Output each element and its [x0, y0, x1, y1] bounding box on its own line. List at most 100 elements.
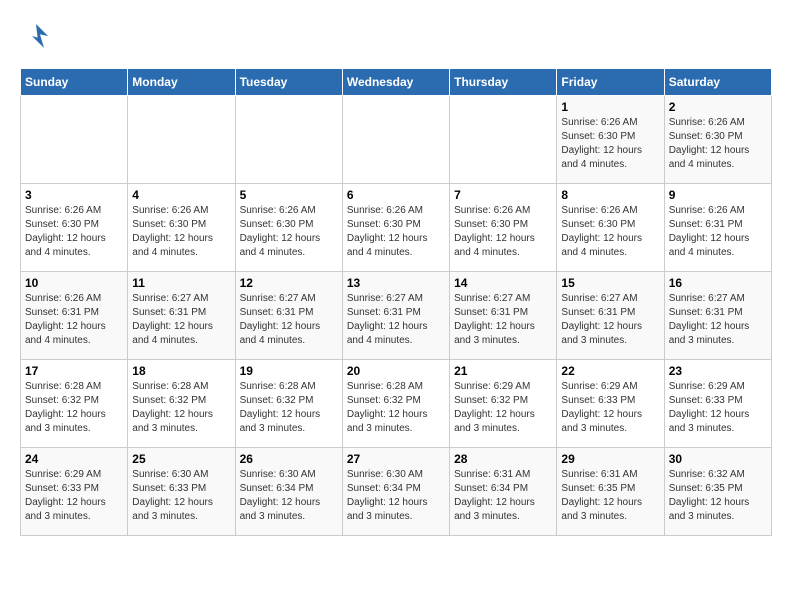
day-number: 28 — [454, 452, 552, 466]
day-number: 22 — [561, 364, 659, 378]
header-day: Friday — [557, 69, 664, 96]
day-info: Sunrise: 6:27 AMSunset: 6:31 PMDaylight:… — [669, 292, 767, 348]
day-info: Sunrise: 6:27 AMSunset: 6:31 PMDaylight:… — [454, 292, 552, 348]
calendar-cell: 18 Sunrise: 6:28 AMSunset: 6:32 PMDayligh… — [128, 360, 235, 448]
calendar-week-row: 17 Sunrise: 6:28 AMSunset: 6:32 PMDayligh… — [21, 360, 772, 448]
calendar-cell: 24 Sunrise: 6:29 AMSunset: 6:33 PMDayligh… — [21, 448, 128, 536]
calendar-cell: 25Sunrise: 6:30 AMSunset: 6:33 PMDayligh… — [128, 448, 235, 536]
day-info: Sunrise: 6:30 AMSunset: 6:34 PMDaylight:… — [347, 468, 445, 524]
day-info: Sunrise: 6:32 AMSunset: 6:35 PMDaylight:… — [669, 468, 767, 524]
day-info: Sunrise: 6:26 AMSunset: 6:30 PMDaylight:… — [669, 116, 767, 172]
calendar-cell: 15 Sunrise: 6:27 AMSunset: 6:31 PMDayligh… — [557, 272, 664, 360]
header-day: Sunday — [21, 69, 128, 96]
day-number: 16 — [669, 276, 767, 290]
calendar-cell: 17 Sunrise: 6:28 AMSunset: 6:32 PMDayligh… — [21, 360, 128, 448]
day-number: 19 — [240, 364, 338, 378]
day-info: Sunrise: 6:29 AMSunset: 6:33 PMDaylight:… — [561, 380, 659, 436]
calendar-cell: 16 Sunrise: 6:27 AMSunset: 6:31 PMDayligh… — [664, 272, 771, 360]
calendar-cell — [21, 96, 128, 184]
calendar-week-row: 3 Sunrise: 6:26 AMSunset: 6:30 PMDaylight… — [21, 184, 772, 272]
day-number: 12 — [240, 276, 338, 290]
day-info: Sunrise: 6:30 AMSunset: 6:34 PMDaylight:… — [240, 468, 338, 524]
day-number: 3 — [25, 188, 123, 202]
calendar-cell: 4 Sunrise: 6:26 AMSunset: 6:30 PMDaylight… — [128, 184, 235, 272]
logo — [20, 20, 58, 52]
calendar-cell: 30 Sunrise: 6:32 AMSunset: 6:35 PMDayligh… — [664, 448, 771, 536]
calendar-cell — [450, 96, 557, 184]
day-number: 9 — [669, 188, 767, 202]
day-info: Sunrise: 6:31 AMSunset: 6:35 PMDaylight:… — [561, 468, 659, 524]
header-day: Thursday — [450, 69, 557, 96]
calendar-cell: 21 Sunrise: 6:29 AMSunset: 6:32 PMDayligh… — [450, 360, 557, 448]
calendar-cell — [235, 96, 342, 184]
day-number: 30 — [669, 452, 767, 466]
calendar-week-row: 10Sunrise: 6:26 AMSunset: 6:31 PMDayligh… — [21, 272, 772, 360]
header-row: SundayMondayTuesdayWednesdayThursdayFrid… — [21, 69, 772, 96]
day-info: Sunrise: 6:26 AMSunset: 6:30 PMDaylight:… — [347, 204, 445, 260]
calendar-cell: 27 Sunrise: 6:30 AMSunset: 6:34 PMDayligh… — [342, 448, 449, 536]
day-number: 13 — [347, 276, 445, 290]
day-number: 6 — [347, 188, 445, 202]
calendar-cell: 12 Sunrise: 6:27 AMSunset: 6:31 PMDayligh… — [235, 272, 342, 360]
calendar-cell — [128, 96, 235, 184]
day-info: Sunrise: 6:26 AMSunset: 6:30 PMDaylight:… — [454, 204, 552, 260]
day-info: Sunrise: 6:26 AMSunset: 6:31 PMDaylight:… — [669, 204, 767, 260]
day-number: 15 — [561, 276, 659, 290]
day-number: 11 — [132, 276, 230, 290]
day-info: Sunrise: 6:28 AMSunset: 6:32 PMDaylight:… — [132, 380, 230, 436]
header-day: Monday — [128, 69, 235, 96]
day-info: Sunrise: 6:26 AMSunset: 6:30 PMDaylight:… — [240, 204, 338, 260]
day-number: 4 — [132, 188, 230, 202]
calendar-cell: 19Sunrise: 6:28 AMSunset: 6:32 PMDayligh… — [235, 360, 342, 448]
calendar-cell: 10Sunrise: 6:26 AMSunset: 6:31 PMDayligh… — [21, 272, 128, 360]
calendar-cell: 9 Sunrise: 6:26 AMSunset: 6:31 PMDaylight… — [664, 184, 771, 272]
calendar-week-row: 1Sunrise: 6:26 AMSunset: 6:30 PMDaylight… — [21, 96, 772, 184]
day-info: Sunrise: 6:27 AMSunset: 6:31 PMDaylight:… — [347, 292, 445, 348]
logo-bird-icon — [20, 20, 52, 52]
day-info: Sunrise: 6:26 AMSunset: 6:30 PMDaylight:… — [561, 204, 659, 260]
day-info: Sunrise: 6:31 AMSunset: 6:34 PMDaylight:… — [454, 468, 552, 524]
calendar-cell: 23Sunrise: 6:29 AMSunset: 6:33 PMDayligh… — [664, 360, 771, 448]
calendar-cell: 1Sunrise: 6:26 AMSunset: 6:30 PMDaylight… — [557, 96, 664, 184]
day-number: 29 — [561, 452, 659, 466]
calendar-cell — [342, 96, 449, 184]
day-number: 23 — [669, 364, 767, 378]
day-number: 5 — [240, 188, 338, 202]
day-info: Sunrise: 6:26 AMSunset: 6:30 PMDaylight:… — [25, 204, 123, 260]
calendar-cell: 11Sunrise: 6:27 AMSunset: 6:31 PMDayligh… — [128, 272, 235, 360]
day-info: Sunrise: 6:29 AMSunset: 6:33 PMDaylight:… — [25, 468, 123, 524]
day-number: 7 — [454, 188, 552, 202]
day-info: Sunrise: 6:29 AMSunset: 6:32 PMDaylight:… — [454, 380, 552, 436]
day-info: Sunrise: 6:26 AMSunset: 6:30 PMDaylight:… — [132, 204, 230, 260]
calendar-cell: 26 Sunrise: 6:30 AMSunset: 6:34 PMDayligh… — [235, 448, 342, 536]
calendar-cell: 5 Sunrise: 6:26 AMSunset: 6:30 PMDaylight… — [235, 184, 342, 272]
day-number: 27 — [347, 452, 445, 466]
day-number: 14 — [454, 276, 552, 290]
calendar-table: SundayMondayTuesdayWednesdayThursdayFrid… — [20, 68, 772, 536]
day-info: Sunrise: 6:26 AMSunset: 6:30 PMDaylight:… — [561, 116, 659, 172]
day-info: Sunrise: 6:27 AMSunset: 6:31 PMDaylight:… — [561, 292, 659, 348]
calendar-cell: 2Sunrise: 6:26 AMSunset: 6:30 PMDaylight… — [664, 96, 771, 184]
calendar-header: SundayMondayTuesdayWednesdayThursdayFrid… — [21, 69, 772, 96]
calendar-body: 1Sunrise: 6:26 AMSunset: 6:30 PMDaylight… — [21, 96, 772, 536]
calendar-cell: 13 Sunrise: 6:27 AMSunset: 6:31 PMDayligh… — [342, 272, 449, 360]
day-number: 26 — [240, 452, 338, 466]
header-day: Tuesday — [235, 69, 342, 96]
calendar-cell: 3 Sunrise: 6:26 AMSunset: 6:30 PMDaylight… — [21, 184, 128, 272]
calendar-cell: 8 Sunrise: 6:26 AMSunset: 6:30 PMDaylight… — [557, 184, 664, 272]
calendar-cell: 7 Sunrise: 6:26 AMSunset: 6:30 PMDaylight… — [450, 184, 557, 272]
day-info: Sunrise: 6:27 AMSunset: 6:31 PMDaylight:… — [240, 292, 338, 348]
day-info: Sunrise: 6:28 AMSunset: 6:32 PMDaylight:… — [347, 380, 445, 436]
calendar-cell: 28 Sunrise: 6:31 AMSunset: 6:34 PMDayligh… — [450, 448, 557, 536]
day-info: Sunrise: 6:26 AMSunset: 6:31 PMDaylight:… — [25, 292, 123, 348]
day-number: 21 — [454, 364, 552, 378]
header — [20, 20, 772, 52]
day-number: 17 — [25, 364, 123, 378]
calendar-week-row: 24 Sunrise: 6:29 AMSunset: 6:33 PMDayligh… — [21, 448, 772, 536]
day-info: Sunrise: 6:28 AMSunset: 6:32 PMDaylight:… — [25, 380, 123, 436]
day-number: 18 — [132, 364, 230, 378]
day-number: 8 — [561, 188, 659, 202]
calendar-cell: 6 Sunrise: 6:26 AMSunset: 6:30 PMDaylight… — [342, 184, 449, 272]
day-number: 24 — [25, 452, 123, 466]
day-info: Sunrise: 6:30 AMSunset: 6:33 PMDaylight:… — [132, 468, 230, 524]
